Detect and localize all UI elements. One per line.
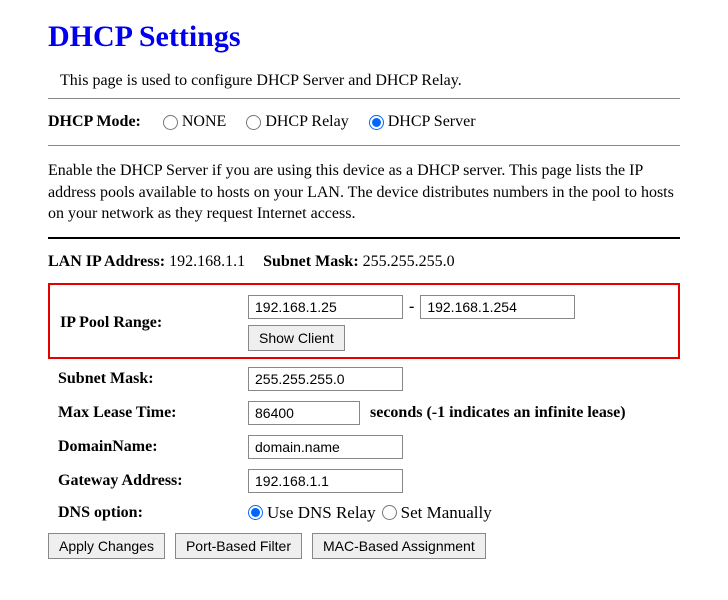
lan-mask-value: 255.255.255.0 <box>363 253 455 270</box>
dns-relay-label: Use DNS Relay <box>267 503 376 523</box>
mode-server-option[interactable]: DHCP Server <box>369 113 476 131</box>
dns-manual-radio[interactable] <box>382 505 397 520</box>
lan-info-line: LAN IP Address: 192.168.1.1 Subnet Mask:… <box>48 253 680 271</box>
mode-none-option[interactable]: NONE <box>163 113 226 131</box>
intro-text: This page is used to configure DHCP Serv… <box>48 72 680 90</box>
mode-none-radio[interactable] <box>163 115 178 130</box>
description-text: Enable the DHCP Server if you are using … <box>48 160 680 225</box>
lease-time-suffix: seconds (-1 indicates an infinite lease) <box>370 404 626 422</box>
dns-option-label: DNS option: <box>48 504 248 522</box>
lease-time-input[interactable] <box>248 401 360 425</box>
dns-manual-option[interactable]: Set Manually <box>382 503 492 523</box>
mode-none-label: NONE <box>182 113 226 131</box>
dhcp-mode-row: DHCP Mode: NONE DHCP Relay DHCP Server <box>48 113 680 131</box>
action-button-row: Apply Changes Port-Based Filter MAC-Base… <box>48 533 680 559</box>
dash-icon: - <box>409 298 414 316</box>
mode-server-radio[interactable] <box>369 115 384 130</box>
page-title: DHCP Settings <box>48 20 680 54</box>
mode-relay-label: DHCP Relay <box>265 113 348 131</box>
dns-manual-label: Set Manually <box>401 503 492 523</box>
ip-pool-start-input[interactable] <box>248 295 403 319</box>
lan-ip-value: 192.168.1.1 <box>169 253 245 270</box>
lease-time-label: Max Lease Time: <box>48 404 248 422</box>
dhcp-mode-label: DHCP Mode: <box>48 113 141 131</box>
show-client-button[interactable]: Show Client <box>248 325 345 351</box>
apply-changes-button[interactable]: Apply Changes <box>48 533 165 559</box>
mode-relay-option[interactable]: DHCP Relay <box>246 113 348 131</box>
mode-server-label: DHCP Server <box>388 113 476 131</box>
domain-name-input[interactable] <box>248 435 403 459</box>
domain-name-label: DomainName: <box>48 438 248 456</box>
divider <box>48 145 680 146</box>
dns-relay-option[interactable]: Use DNS Relay <box>248 503 376 523</box>
lan-ip-label: LAN IP Address: <box>48 253 165 270</box>
mode-relay-radio[interactable] <box>246 115 261 130</box>
ip-pool-label: IP Pool Range: <box>56 314 248 332</box>
ip-pool-end-input[interactable] <box>420 295 575 319</box>
mac-based-assignment-button[interactable]: MAC-Based Assignment <box>312 533 486 559</box>
gateway-address-label: Gateway Address: <box>48 472 248 490</box>
lan-mask-label: Subnet Mask: <box>263 253 359 270</box>
subnet-mask-label: Subnet Mask: <box>48 370 248 388</box>
divider <box>48 237 680 239</box>
dns-relay-radio[interactable] <box>248 505 263 520</box>
subnet-mask-input[interactable] <box>248 367 403 391</box>
port-based-filter-button[interactable]: Port-Based Filter <box>175 533 302 559</box>
divider <box>48 98 680 99</box>
ip-pool-highlight: IP Pool Range: - Show Client <box>48 283 680 359</box>
gateway-address-input[interactable] <box>248 469 403 493</box>
